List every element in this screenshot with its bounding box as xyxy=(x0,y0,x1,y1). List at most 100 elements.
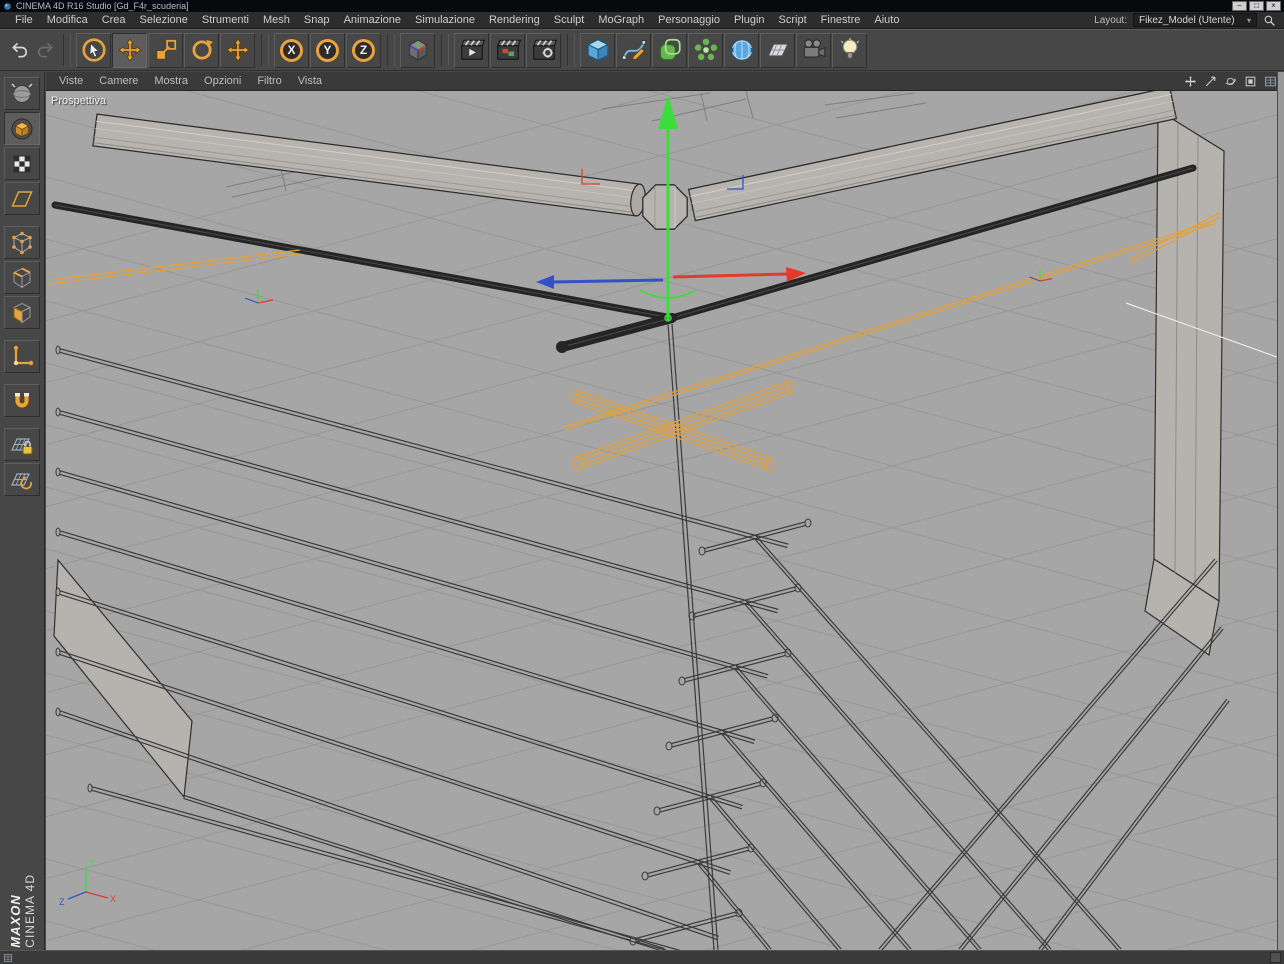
viewport[interactable]: Prospettiva Y X Z xyxy=(46,91,1277,950)
viewport-menu-vista[interactable]: Vista xyxy=(290,72,330,90)
axis-y-lock-icon: Y xyxy=(316,38,339,62)
app-logo-icon xyxy=(3,2,12,11)
minimize-button[interactable]: – xyxy=(1232,1,1247,11)
make-editable-icon xyxy=(10,82,34,106)
lock-x-axis-button[interactable]: X xyxy=(274,32,309,68)
workplane-mode-button[interactable] xyxy=(4,182,40,215)
dolly-view-button[interactable] xyxy=(1202,73,1218,89)
texture-mode-button[interactable] xyxy=(4,147,40,180)
view-label: Prospettiva xyxy=(51,95,107,107)
layout-dropdown[interactable]: Fikez_Model (Utente) ▾ xyxy=(1133,13,1257,27)
menu-selezione[interactable]: Selezione xyxy=(133,12,195,28)
render-view-button[interactable] xyxy=(454,32,489,68)
render-settings-button[interactable] xyxy=(526,32,561,68)
pan-view-button[interactable] xyxy=(1182,73,1198,89)
undo-icon xyxy=(10,40,30,60)
orbit-view-button[interactable] xyxy=(1222,73,1238,89)
deformer-sphere-icon xyxy=(729,37,755,63)
toolbar-separator xyxy=(567,34,575,66)
enable-snap-button[interactable] xyxy=(4,384,40,417)
add-light-button[interactable] xyxy=(832,32,867,68)
menu-sculpt[interactable]: Sculpt xyxy=(547,12,592,28)
viewport-menu-viste[interactable]: Viste xyxy=(51,72,91,90)
status-bar xyxy=(0,950,1284,964)
add-generator-button[interactable] xyxy=(652,32,687,68)
add-deformer-button[interactable] xyxy=(724,32,759,68)
recent-tool-move[interactable] xyxy=(220,32,255,68)
lock-workplane-button[interactable] xyxy=(4,428,40,461)
maximize-button[interactable]: □ xyxy=(1249,1,1264,11)
menu-bar: File Modifica Crea Selezione Strumenti Mesh Sn… xyxy=(0,12,1284,29)
viewport-menu-opzioni[interactable]: Opzioni xyxy=(196,72,249,90)
light-bulb-icon xyxy=(837,37,863,63)
add-environment-button[interactable] xyxy=(760,32,795,68)
status-grid-icon xyxy=(3,953,13,963)
menu-file[interactable]: File xyxy=(8,12,40,28)
menu-simulazione[interactable]: Simulazione xyxy=(408,12,482,28)
edges-mode-icon xyxy=(10,266,34,290)
menu-crea[interactable]: Crea xyxy=(95,12,133,28)
menu-personaggio[interactable]: Personaggio xyxy=(651,12,727,28)
polygons-mode-icon xyxy=(10,301,34,325)
edges-mode-button[interactable] xyxy=(4,261,40,294)
panel-splitter[interactable] xyxy=(1277,72,1284,950)
render-settings-icon xyxy=(531,37,557,63)
panel-layout-button[interactable] xyxy=(1262,73,1278,89)
title-bar: CINEMA 4D R16 Studio [Gd_F4r_scuderia] –… xyxy=(0,0,1284,12)
viewport-menu-filtro[interactable]: Filtro xyxy=(249,72,289,90)
rotate-tool[interactable] xyxy=(184,32,219,68)
close-button[interactable]: × xyxy=(1266,1,1281,11)
toggle-view-button[interactable] xyxy=(1242,73,1258,89)
axis-mode-icon xyxy=(10,345,34,369)
axis-x-label: X xyxy=(110,894,116,904)
viewport-canvas[interactable] xyxy=(46,91,1277,950)
planar-workplane-button[interactable] xyxy=(4,463,40,496)
add-camera-button[interactable] xyxy=(796,32,831,68)
axis-mode-button[interactable] xyxy=(4,340,40,373)
workplane-lock-icon xyxy=(10,433,34,457)
redo-button[interactable] xyxy=(33,38,57,62)
points-mode-button[interactable] xyxy=(4,226,40,259)
menu-animazione[interactable]: Animazione xyxy=(337,12,408,28)
main-toolbar: XYZ xyxy=(0,29,1284,71)
axis-x-lock-icon: X xyxy=(280,38,303,62)
menu-snap[interactable]: Snap xyxy=(297,12,337,28)
add-cube-button[interactable] xyxy=(580,32,615,68)
live-selection-tool[interactable] xyxy=(76,32,111,68)
move-tool[interactable] xyxy=(112,32,147,68)
add-mograph-button[interactable] xyxy=(688,32,723,68)
menu-rendering[interactable]: Rendering xyxy=(482,12,547,28)
model-mode-icon xyxy=(10,117,34,141)
undo-button[interactable] xyxy=(8,38,32,62)
menu-mograph[interactable]: MoGraph xyxy=(591,12,651,28)
polygons-mode-button[interactable] xyxy=(4,296,40,329)
viewport-menu-camere[interactable]: Camere xyxy=(91,72,146,90)
cinema4d-logo-text: CINEMA 4D xyxy=(23,874,37,948)
viewport-menu-mostra[interactable]: Mostra xyxy=(146,72,196,90)
render-picture-viewer-button[interactable] xyxy=(490,32,525,68)
menu-finestre[interactable]: Finestre xyxy=(814,12,868,28)
resize-grip[interactable] xyxy=(1270,952,1281,963)
viewport-menus: Viste Camere Mostra Opzioni Filtro Vista xyxy=(46,72,330,90)
model-mode-button[interactable] xyxy=(4,112,40,145)
panel-grid-icon xyxy=(1264,75,1277,88)
menu-mesh[interactable]: Mesh xyxy=(256,12,297,28)
axis-z-label: Z xyxy=(59,897,65,907)
menu-plugin[interactable]: Plugin xyxy=(727,12,772,28)
cloner-icon xyxy=(693,37,719,63)
lock-z-axis-button[interactable]: Z xyxy=(346,32,381,68)
coordinate-system-button[interactable] xyxy=(400,32,435,68)
menu-modifica[interactable]: Modifica xyxy=(40,12,95,28)
add-spline-button[interactable] xyxy=(616,32,651,68)
menu-aiuto[interactable]: Aiuto xyxy=(867,12,906,28)
scale-tool[interactable] xyxy=(148,32,183,68)
search-icon[interactable] xyxy=(1263,14,1276,27)
make-editable-button[interactable] xyxy=(4,77,40,110)
snap-magnet-icon xyxy=(10,389,34,413)
lock-y-axis-button[interactable]: Y xyxy=(310,32,345,68)
layout-value: Fikez_Model (Utente) xyxy=(1139,14,1235,26)
toolbar-separator xyxy=(261,34,269,66)
menu-script[interactable]: Script xyxy=(772,12,814,28)
menu-strumenti[interactable]: Strumenti xyxy=(195,12,256,28)
application-window: CINEMA 4D R16 Studio [Gd_F4r_scuderia] –… xyxy=(0,0,1284,964)
